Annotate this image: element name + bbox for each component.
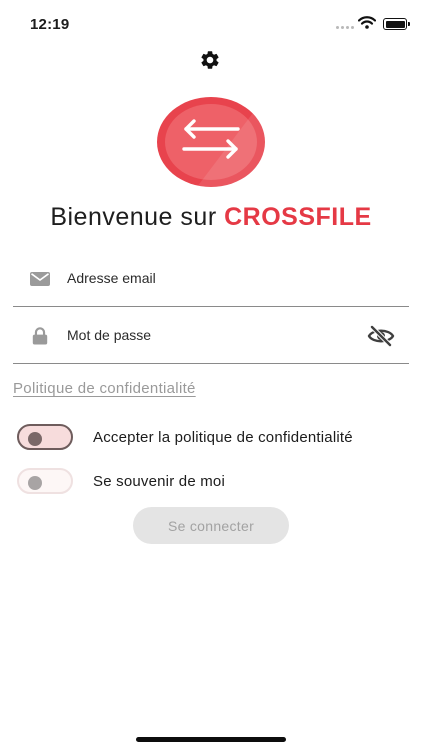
home-indicator[interactable] — [136, 737, 286, 742]
privacy-policy-link[interactable]: Politique de confidentialité — [13, 380, 196, 397]
eye-off-icon[interactable] — [367, 324, 395, 348]
crossfile-logo — [157, 97, 265, 187]
password-field[interactable] — [13, 307, 409, 364]
gear-icon[interactable] — [199, 49, 221, 71]
remember-me-label: Se souvenir de moi — [93, 472, 226, 490]
toggle-knob — [28, 432, 42, 446]
accept-privacy-label: Accepter la politique de confidentialité — [93, 428, 353, 446]
battery-icon — [383, 18, 410, 30]
welcome-text: Bienvenue sur — [50, 203, 217, 231]
toggle-knob — [28, 476, 42, 490]
brand-name: CROSSFILE — [224, 203, 372, 231]
envelope-icon — [30, 272, 50, 286]
password-input[interactable] — [67, 321, 357, 349]
email-input[interactable] — [67, 264, 357, 292]
remember-me-row: Se souvenir de moi — [17, 465, 417, 497]
status-time: 12:19 — [30, 16, 70, 33]
welcome-title: Bienvenue sur CROSSFILE — [0, 203, 422, 232]
login-button[interactable]: Se connecter — [133, 507, 289, 544]
remember-me-toggle[interactable] — [17, 468, 73, 494]
wifi-icon — [358, 16, 376, 29]
email-field[interactable] — [13, 250, 409, 307]
status-bar: 12:19 — [0, 0, 422, 46]
accept-privacy-row: Accepter la politique de confidentialité — [17, 421, 417, 453]
accept-privacy-toggle[interactable] — [17, 424, 73, 450]
lock-icon — [32, 327, 48, 345]
cellular-signal-icon — [336, 26, 354, 29]
